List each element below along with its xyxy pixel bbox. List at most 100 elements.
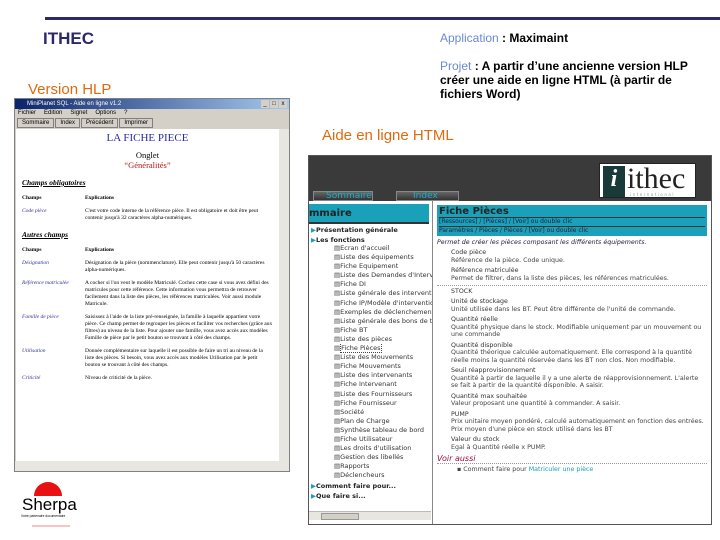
field-text: Quantité à partir de laquelle il y a une… [451,374,699,390]
maximize-button[interactable]: □ [270,100,278,108]
toc-item[interactable]: Ecran d'accueil [309,244,432,253]
field-link[interactable]: Référence matriculée [22,280,85,308]
toc-item[interactable]: Fiche Intervenant [309,380,432,389]
close-button[interactable]: x [279,100,287,108]
section-heading: Champs obligatoires [22,178,86,187]
toc-item-label: Synthèse tableau de bord [340,425,424,434]
toc-item[interactable]: Déclencheurs [309,471,432,480]
toc-item[interactable]: Liste des intervenants [309,371,432,380]
toc-item[interactable]: Liste des Mouvements [309,353,432,362]
toc-item[interactable]: Liste des équipements [309,253,432,262]
toc-item[interactable]: Fiche Mouvements [309,362,432,371]
toc-item[interactable]: Fiche Fournisseur [309,399,432,408]
field-description: Unité de stockage Unité utilisée dans les… [437,298,707,313]
toc-item[interactable]: Fiche Utilisateur [309,435,432,444]
page-header: Fiche Pièces [Ressources] / [Pièces] / [… [437,205,707,236]
project-info: Projet : A partir d’une ancienne version… [440,59,700,101]
toc-item-label: Déclencheurs [340,471,385,480]
html-help-heading: Aide en ligne HTML [322,127,454,144]
hlp-toolbar: Sommaire Index Précédent Imprimer [15,118,289,128]
minimize-button[interactable]: _ [261,100,269,108]
toc-que-faire[interactable]: Que faire si... [309,492,432,500]
toc-item-label: Liste des Demandes d'Intervention [340,271,432,280]
sherpa-logo: Sherpa Votre partenaire documentaire [20,480,82,532]
toc-item[interactable]: Fiche Pièces [309,344,432,354]
toc-item[interactable]: Rapports [309,462,432,471]
field-explanation: Saisissez à l'aide de la liste pré-rense… [85,314,273,341]
field-name: Seuil réapprovisionnement [451,367,536,374]
application-value: : Maximaint [498,31,569,45]
nav-sommaire-button[interactable]: Sommaire [313,191,373,201]
svg-text:Votre partenaire documentaire: Votre partenaire documentaire [21,514,66,518]
matriculer-link[interactable]: Matriculer une pièce [529,466,594,473]
toc-item[interactable]: Liste des pièces [309,335,432,344]
toc-item[interactable]: Liste générale des interventions [309,289,432,298]
toc-item[interactable]: Fiche IP/Modèle d'intervention [309,299,432,308]
toc-item[interactable]: Gestion des libellés [309,453,432,462]
version-hlp-heading: Version HLP [28,81,112,98]
field-link[interactable]: Famille de pièce [22,314,85,342]
toc-item[interactable]: Société [309,408,432,417]
hlp-content: LA FICHE PIECE Onglet “Généralités” Cham… [16,129,279,461]
toc-item-label: Ecran d'accueil [340,244,390,252]
toc-item[interactable]: Les droits d'utilisation [309,444,432,453]
toc-item[interactable]: Liste des Demandes d'Intervention [309,271,432,280]
index-button[interactable]: Index [55,118,81,128]
toc-fonctions[interactable]: Les fonctions [309,236,432,244]
field-link[interactable]: Utilisation [22,348,85,369]
see-also-heading: Voir aussi [437,454,707,464]
table-row: Désignation Désignation de la pièce (nomm… [22,260,273,274]
vertical-scrollbar[interactable] [279,129,289,461]
toc-scrollbar[interactable] [309,511,431,520]
field-description: Code pièce Référence de la pièce. Code un… [437,249,707,264]
hlp-title: MiniPlanet SQL - Aide en ligne v1.2 [27,101,122,107]
menu-fichier[interactable]: Fichier [18,109,36,118]
field-name: Unité de stockage [451,298,508,305]
field-text: Quantité théorique calculée automatiquem… [451,349,692,364]
field-link[interactable]: Code pièce [22,208,85,222]
nav-index-button[interactable]: Index [396,191,459,201]
toc-item[interactable]: Synthèse tableau de bord [309,426,432,435]
toc-item-label: Société [340,407,365,416]
toc-presentation[interactable]: Présentation générale [309,226,432,234]
horizontal-scrollbar[interactable] [15,461,289,471]
sommaire-button[interactable]: Sommaire [17,118,55,128]
toc-item[interactable]: Fiche DI [309,280,432,289]
toc-item[interactable]: Fiche BT [309,326,432,335]
toc-item-label: Liste des Mouvements [340,353,414,362]
field-name: Quantité disponible [451,341,513,349]
menu-edition[interactable]: Edition [44,109,62,118]
menu-options[interactable]: Options [95,109,116,118]
application-label: Application [440,31,499,45]
toc-item[interactable]: Exemples de déclenchements [309,308,432,317]
field-name: Quantité réelle [451,316,498,323]
see-also-text: Comment faire pour [463,466,529,473]
menu-signet[interactable]: Signet [70,109,87,118]
menu-help[interactable]: ? [124,109,127,118]
toc-pane: mmaire Présentation générale Les fonctio… [309,201,433,524]
toc-item[interactable]: Plan de Charge [309,417,432,426]
table-header: Champs Explications [22,195,273,202]
toc-item-label: Fiche Pièces [340,344,382,354]
intro-text: Permet de créer les pièces composant les… [437,239,647,246]
print-button[interactable]: Imprimer [119,118,154,128]
toc-item-label: Gestion des libellés [340,453,404,462]
hlp-window: MiniPlanet SQL - Aide en ligne v1.2 _ □ x … [14,98,290,472]
field-description: Seuil réapprovisionnement Quantité à part… [437,367,707,390]
field-name: PUMP [451,410,469,418]
toc-item[interactable]: Liste générale des bons de travail [309,317,432,326]
toc-item-label: Liste générale des interventions [340,289,432,298]
page-title: Fiche Pièces [439,206,509,217]
toc-item[interactable]: Fiche Equipement [309,262,432,271]
field-description: Référence matriculée Permet de filtrer, d… [437,267,707,282]
toc-item-label: Exemples de déclenchements [340,307,432,316]
precedent-button[interactable]: Précédent [81,118,119,128]
toc-comment-faire[interactable]: Comment faire pour... [309,482,432,490]
field-explanation: Niveau de criticité de la pièce. [85,375,152,381]
field-link[interactable]: Criticité [22,375,85,382]
toc-item[interactable]: Liste des Fournisseurs [309,390,432,399]
header-champs: Champs [22,247,42,253]
field-link[interactable]: Désignation [22,260,85,274]
field-explanation: Désignation de la pièce (nommenclature).… [85,260,265,273]
toc-item-label: Fiche Intervenant [340,380,397,389]
